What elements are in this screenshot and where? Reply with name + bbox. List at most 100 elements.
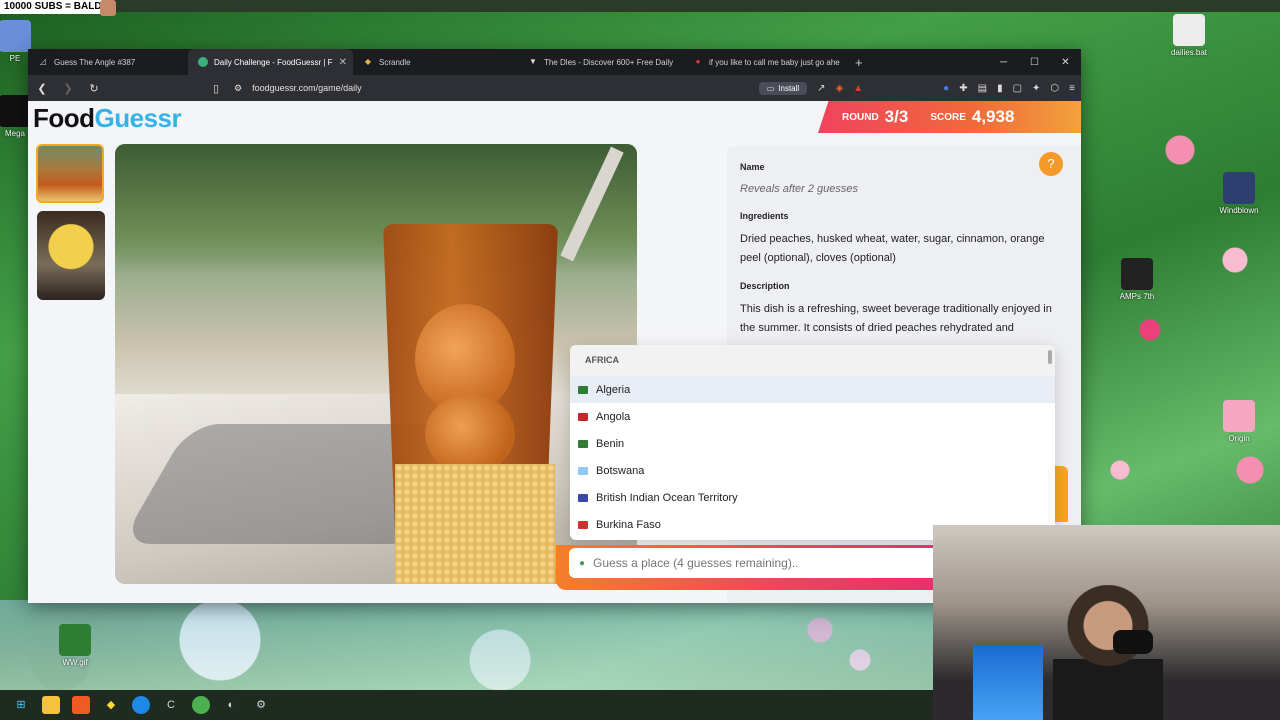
minimize-button[interactable]: ─	[988, 57, 1019, 68]
tab-guess-the-angle[interactable]: ◿ Guess The Angle #387	[28, 49, 188, 75]
settings-icon[interactable]: ⚙	[252, 696, 270, 714]
address-bar: ❮ ❯ ↻ ▯ ⚙ foodguessr.com/game/daily ▭ In…	[28, 75, 1081, 101]
window-controls: ─ ☐ ✕	[988, 57, 1081, 68]
flag-icon	[578, 520, 588, 529]
option-label: Botswana	[596, 464, 645, 477]
site-settings-icon[interactable]: ⚙	[234, 83, 242, 94]
chrome-icon[interactable]	[192, 696, 210, 714]
ingredients-value: Dried peaches, husked wheat, water, suga…	[740, 233, 1045, 264]
app-icon	[59, 624, 91, 656]
help-icon[interactable]: ?	[1039, 152, 1063, 176]
app-icon	[1223, 172, 1255, 204]
option-label: British Indian Ocean Territory	[596, 491, 738, 504]
option-algeria[interactable]: Algeria	[570, 376, 1055, 403]
tab-label: Daily Challenge - FoodGuessr | F	[214, 57, 333, 67]
name-label: Name	[740, 162, 765, 172]
desktop-icon-dailies[interactable]: dailies.bat	[1164, 14, 1214, 57]
close-tab-icon[interactable]: ✕	[339, 57, 347, 68]
option-botswana[interactable]: Botswana	[570, 457, 1055, 484]
desktop-icon-label: dailies.bat	[1170, 48, 1208, 57]
name-value: Reveals after 2 guesses	[740, 183, 859, 195]
region-header: AFRICA	[570, 345, 1055, 376]
close-window-button[interactable]: ✕	[1050, 57, 1081, 68]
flag-icon	[578, 466, 588, 475]
desktop-icon-origin[interactable]: Origin	[1214, 400, 1264, 443]
url-text: foodguessr.com/game/daily	[252, 83, 362, 93]
globe-icon: ●	[579, 557, 586, 569]
photo-thumbnail-2[interactable]	[37, 211, 105, 300]
webcam-overlay	[933, 525, 1280, 720]
flag-icon	[578, 439, 588, 448]
photo-wheat	[395, 464, 555, 584]
round-value: 3/3	[884, 107, 909, 126]
new-tab-button[interactable]: +	[843, 55, 875, 70]
desktop-icon-windblown[interactable]: Windblown	[1214, 172, 1264, 215]
option-british-indian-ocean-territory[interactable]: British Indian Ocean Territory	[570, 484, 1055, 511]
option-angola[interactable]: Angola	[570, 403, 1055, 430]
reader-icon[interactable]: ▤	[978, 83, 987, 94]
url-field[interactable]: ⚙ foodguessr.com/game/daily	[234, 83, 749, 94]
photo-peach	[425, 394, 515, 474]
guess-input[interactable]	[593, 556, 914, 570]
flag-icon	[578, 385, 588, 394]
tab-music[interactable]: ● if you like to call me baby just go ah…	[683, 49, 843, 75]
scrandle-icon: ◆	[364, 57, 372, 66]
guess-input-bar: ●	[556, 545, 934, 590]
extension-icon[interactable]: ●	[943, 83, 949, 94]
gear-icon	[1173, 14, 1205, 46]
back-icon[interactable]: ❮	[34, 82, 50, 95]
description-label: Description	[740, 281, 790, 291]
maximize-button[interactable]: ☐	[1019, 57, 1050, 68]
desktop-icon-ww[interactable]: WW.gif	[50, 624, 100, 667]
ingredients-label: Ingredients	[740, 211, 789, 221]
taskbar: ⊞ ◆ C ◐ ⚙	[0, 690, 933, 720]
desktop-icon-label: AMPs 7th	[1119, 292, 1155, 301]
app-icon[interactable]: C	[162, 696, 180, 714]
option-label: Angola	[596, 410, 631, 423]
edge-icon[interactable]	[132, 696, 150, 714]
brave-rewards-icon[interactable]: ▲	[853, 83, 863, 94]
desktop-icon-label: Mega	[4, 129, 25, 138]
round-label: ROUND	[842, 111, 879, 123]
photo-thumbnail-1[interactable]	[36, 144, 104, 203]
country-dropdown: AFRICA Algeria Angola Benin Botswana Bri…	[570, 345, 1055, 540]
tab-label: Scrandle	[379, 57, 411, 67]
bookmark-icon[interactable]: ▯	[208, 82, 224, 95]
brave-shield-icon[interactable]: ◈	[836, 83, 844, 94]
app-icon[interactable]: ◆	[102, 696, 120, 714]
dropdown-scrollbar[interactable]	[1048, 350, 1052, 364]
foodguessr-icon	[198, 57, 208, 67]
logo-part-food: Food	[33, 103, 95, 133]
file-explorer-icon[interactable]	[42, 696, 60, 714]
score-label: SCORE	[930, 111, 966, 123]
banner-avatar	[100, 0, 116, 16]
install-icon: ▭	[766, 83, 775, 93]
tab-groups-icon[interactable]: ▢	[1013, 83, 1022, 94]
tab-foodguessr[interactable]: Daily Challenge - FoodGuessr | F ✕	[188, 49, 353, 75]
microphone-icon	[1113, 630, 1153, 654]
foodguessr-logo[interactable]: FoodGuessr	[33, 103, 182, 134]
sidebar-icon[interactable]: ▮	[997, 83, 1003, 94]
tab-scrandle[interactable]: ◆ Scrandle	[353, 49, 518, 75]
guess-input-wrapper: ●	[569, 548, 934, 578]
desktop-icon-amps[interactable]: AMPs 7th	[1112, 258, 1162, 301]
vpn-icon[interactable]: ⬡	[1050, 83, 1059, 94]
puzzle-icon[interactable]: ✚	[959, 83, 967, 94]
windows-start-icon[interactable]: ⊞	[12, 696, 30, 714]
webcam-pc	[973, 645, 1043, 720]
brave-icon[interactable]	[72, 696, 90, 714]
menu-icon[interactable]: ≡	[1069, 83, 1075, 94]
tab-label: The Dles - Discover 600+ Free Daily	[544, 57, 674, 67]
tab-label: Guess The Angle #387	[54, 57, 136, 67]
reload-icon[interactable]: ↻	[86, 82, 102, 95]
forward-icon[interactable]: ❯	[60, 82, 76, 95]
option-label: Benin	[596, 437, 625, 450]
tab-the-dles[interactable]: ▼ The Dles - Discover 600+ Free Daily	[518, 49, 683, 75]
leo-icon[interactable]: ✦	[1032, 83, 1040, 94]
app-icon[interactable]: ◐	[222, 696, 240, 714]
share-icon[interactable]: ↗	[817, 83, 825, 94]
stream-banner: 10000 SUBS = BALD	[0, 0, 106, 14]
install-button[interactable]: ▭ Install	[758, 81, 808, 95]
app-icon	[0, 20, 31, 52]
option-benin[interactable]: Benin	[570, 430, 1055, 457]
